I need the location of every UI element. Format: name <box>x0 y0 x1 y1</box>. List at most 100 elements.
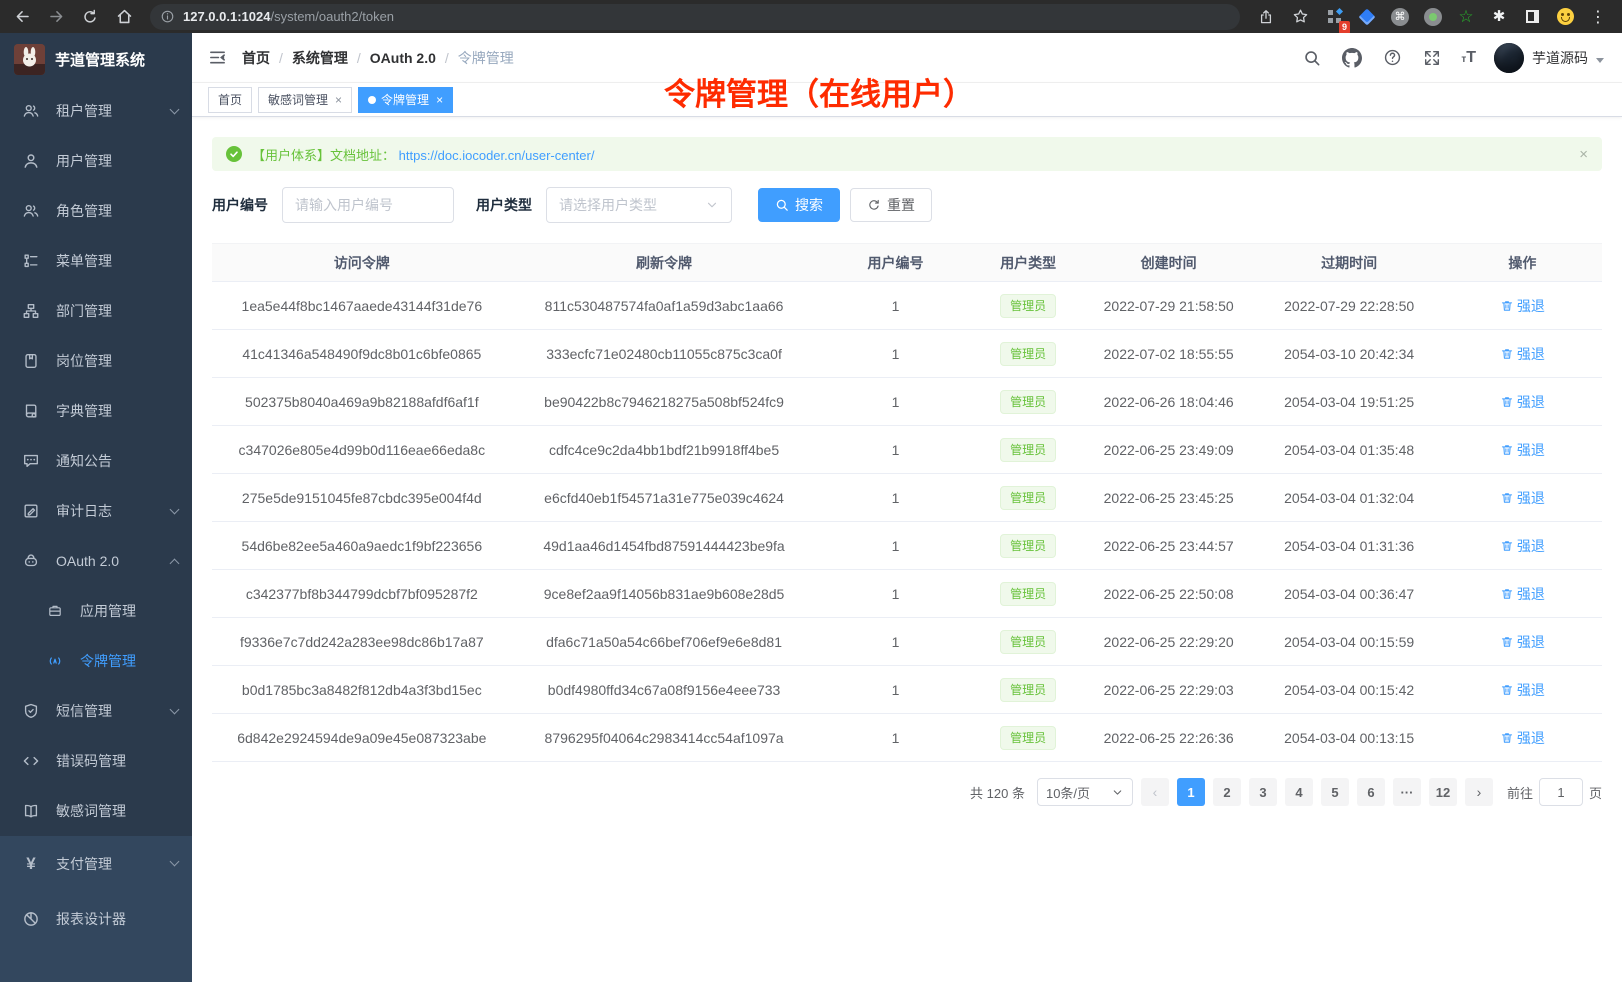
sidebar-item-tenant[interactable]: 租户管理 <box>0 86 192 136</box>
breadcrumb-item[interactable]: OAuth 2.0 <box>370 50 436 66</box>
access-token-cell: 275e5de9151045fe87cbdc395e004f4d <box>212 474 512 522</box>
user-id-cell: 1 <box>816 330 974 378</box>
page-button-2[interactable]: 2 <box>1213 778 1241 806</box>
force-logout-button[interactable]: 强退 <box>1500 392 1545 412</box>
tag-label: 令牌管理 <box>381 91 429 108</box>
github-icon[interactable] <box>1341 47 1363 69</box>
prev-page-button[interactable]: ‹ <box>1141 778 1169 806</box>
sidebar-item-audit-log[interactable]: 审计日志 <box>0 486 192 536</box>
table-row: b0d1785bc3a8482f812db4a3f3bd15ecb0df4980… <box>212 666 1602 714</box>
alert-text: 【用户体系】文档地址： https://doc.iocoder.cn/user-… <box>252 145 594 164</box>
close-icon[interactable]: × <box>335 93 342 107</box>
sidebar-item-notice[interactable]: 通知公告 <box>0 436 192 486</box>
browser-back-icon[interactable] <box>8 4 36 30</box>
tab-首页[interactable]: 首页 <box>208 87 252 113</box>
force-logout-button[interactable]: 强退 <box>1500 296 1545 316</box>
sidebar-item-sensitive-word[interactable]: 敏感词管理 <box>0 786 192 836</box>
next-page-button[interactable]: › <box>1465 778 1493 806</box>
alert-close-icon[interactable]: × <box>1579 146 1588 163</box>
goto-page-input[interactable] <box>1539 778 1583 806</box>
page-button-1[interactable]: 1 <box>1177 778 1205 806</box>
sidebar-item-oauth2[interactable]: OAuth 2.0 <box>0 536 192 586</box>
address-bar[interactable]: 127.0.0.1:1024/system/oauth2/token <box>150 4 1240 30</box>
page-button-12[interactable]: 12 <box>1429 778 1457 806</box>
extension-gem-icon[interactable] <box>1357 7 1377 27</box>
user-id-label: 用户编号 <box>212 195 268 215</box>
sidebar-item-oauth2-app[interactable]: 应用管理 <box>0 586 192 636</box>
sidebar-item-oauth2-token[interactable]: 令牌管理 <box>0 636 192 686</box>
extension-grid-icon[interactable]: 9 <box>1324 7 1344 27</box>
sidebar-item-report-designer[interactable]: 报表设计器 <box>0 891 192 946</box>
column-header: 创建时间 <box>1082 244 1256 282</box>
browser-menu-icon[interactable]: ⋮ <box>1588 7 1608 27</box>
extension-record-icon[interactable] <box>1423 7 1443 27</box>
sidebar-item-user[interactable]: 用户管理 <box>0 136 192 186</box>
close-icon[interactable]: × <box>436 93 443 107</box>
refresh-token-cell: dfa6c71a50a54c66bef706ef9e6e8d81 <box>512 618 817 666</box>
help-icon[interactable] <box>1381 47 1403 69</box>
bookmark-star-icon[interactable] <box>1286 4 1314 30</box>
sidebar-toggle-icon[interactable] <box>192 33 242 83</box>
breadcrumb-separator: / <box>357 50 361 66</box>
status-badge: 管理员 <box>1000 342 1056 366</box>
browser-forward-icon[interactable] <box>42 4 70 30</box>
sidebar-item-pay[interactable]: ¥支付管理 <box>0 836 192 891</box>
fullscreen-icon[interactable] <box>1421 47 1443 69</box>
page-button-6[interactable]: 6 <box>1357 778 1385 806</box>
sidebar-item-label: 部门管理 <box>56 301 178 321</box>
doc-link[interactable]: https://doc.iocoder.cn/user-center/ <box>399 148 595 163</box>
trash-icon <box>1500 731 1514 745</box>
force-logout-button[interactable]: 强退 <box>1500 680 1545 700</box>
user-type-select[interactable]: 请选择用户类型 <box>546 187 732 223</box>
app-logo[interactable]: 芋道管理系统 <box>0 33 192 86</box>
share-icon[interactable] <box>1252 4 1280 30</box>
extension-puzzle-icon[interactable]: ✱ <box>1489 7 1509 27</box>
force-logout-button[interactable]: 强退 <box>1500 440 1545 460</box>
browser-home-icon[interactable] <box>110 4 138 30</box>
user-menu[interactable]: 芋道源码 <box>1494 43 1604 73</box>
tag-label: 首页 <box>218 91 242 108</box>
search-button[interactable]: 搜索 <box>758 188 840 222</box>
extension-sidebar-icon[interactable] <box>1522 7 1542 27</box>
status-badge: 管理员 <box>1000 726 1056 750</box>
sidebar-item-menu[interactable]: 菜单管理 <box>0 236 192 286</box>
page-button-3[interactable]: 3 <box>1249 778 1277 806</box>
page-button-4[interactable]: 4 <box>1285 778 1313 806</box>
force-logout-button[interactable]: 强退 <box>1500 728 1545 748</box>
sidebar-item-dept[interactable]: 部门管理 <box>0 286 192 336</box>
expire-time-cell: 2054-03-04 19:51:25 <box>1256 378 1443 426</box>
reset-button[interactable]: 重置 <box>850 188 932 222</box>
page-size-select[interactable]: 10条/页 <box>1037 778 1133 806</box>
extension-command-icon[interactable]: ⌘ <box>1390 7 1410 27</box>
browser-reload-icon[interactable] <box>76 4 104 30</box>
user-type-cell: 管理员 <box>975 474 1082 522</box>
force-logout-button[interactable]: 强退 <box>1500 344 1545 364</box>
force-logout-button[interactable]: 强退 <box>1500 536 1545 556</box>
search-icon[interactable] <box>1301 47 1323 69</box>
sidebar-item-post[interactable]: 岗位管理 <box>0 336 192 386</box>
force-logout-button[interactable]: 强退 <box>1500 584 1545 604</box>
extension-star-icon[interactable]: ☆ <box>1456 7 1476 27</box>
force-logout-button[interactable]: 强退 <box>1500 488 1545 508</box>
sidebar-item-dict[interactable]: 字典管理 <box>0 386 192 436</box>
font-size-icon[interactable]: тT <box>1461 49 1476 67</box>
user-id-input[interactable] <box>282 187 454 223</box>
sidebar-item-label: 短信管理 <box>56 701 155 721</box>
page-button-5[interactable]: 5 <box>1321 778 1349 806</box>
site-info-icon[interactable] <box>160 9 175 24</box>
app-title: 芋道管理系统 <box>55 49 145 70</box>
sidebar-item-error-code[interactable]: 错误码管理 <box>0 736 192 786</box>
username: 芋道源码 <box>1532 48 1588 68</box>
force-logout-button[interactable]: 强退 <box>1500 632 1545 652</box>
expire-time-cell: 2054-03-04 01:31:36 <box>1256 522 1443 570</box>
sidebar-item-sms[interactable]: 短信管理 <box>0 686 192 736</box>
breadcrumb-item[interactable]: 首页 <box>242 48 270 68</box>
tab-令牌管理[interactable]: 令牌管理 × <box>358 87 453 113</box>
create-time-cell: 2022-06-25 23:45:25 <box>1082 474 1256 522</box>
breadcrumb-item[interactable]: 系统管理 <box>292 48 348 68</box>
sidebar-item-label: 错误码管理 <box>56 751 178 771</box>
active-dot-icon <box>368 96 376 104</box>
sidebar-item-role[interactable]: 角色管理 <box>0 186 192 236</box>
tab-敏感词管理[interactable]: 敏感词管理× <box>258 87 352 113</box>
profile-emoji-icon[interactable] <box>1555 7 1575 27</box>
